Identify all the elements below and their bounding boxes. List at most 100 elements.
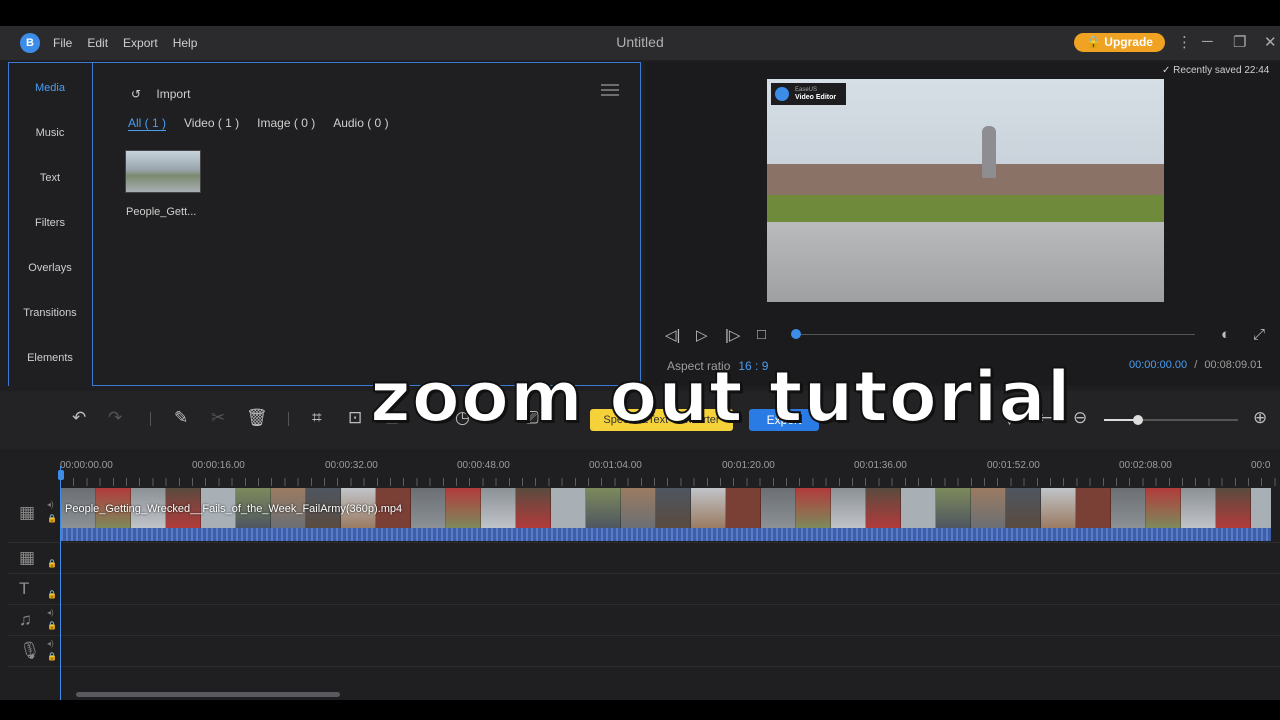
zoom-in-icon[interactable]: ⊕ bbox=[1253, 408, 1267, 428]
clip-frame bbox=[761, 488, 796, 528]
microphone-icon: 🎙 bbox=[19, 641, 41, 660]
tab-video[interactable]: Video ( 1 ) bbox=[184, 116, 239, 131]
seek-handle[interactable] bbox=[791, 329, 801, 339]
lock-icon[interactable]: 🔒 bbox=[47, 652, 57, 661]
lock-icon: 🔒 bbox=[1086, 35, 1101, 49]
fullscreen-icon[interactable]: ⤢ bbox=[1253, 326, 1265, 343]
track-music bbox=[8, 606, 1280, 636]
menu-bar: File Edit Export Help bbox=[53, 36, 197, 50]
track-voice bbox=[8, 637, 1280, 667]
check-icon: ✓ bbox=[1162, 65, 1171, 76]
video-clip[interactable]: People_Getting_Wrecked__Fails_of_the_Wee… bbox=[61, 488, 1271, 541]
video-preview[interactable] bbox=[767, 79, 1164, 302]
text-track-icon: T bbox=[19, 579, 30, 598]
app-logo-icon: B bbox=[20, 33, 40, 53]
timecode: 00:00:00.00 / 00:08:09.01 bbox=[1129, 359, 1262, 371]
seek-bar[interactable] bbox=[801, 334, 1195, 335]
clip-frame bbox=[1251, 488, 1271, 528]
video-person bbox=[982, 126, 996, 178]
undo-icon[interactable]: ↶ bbox=[72, 408, 86, 428]
crop-icon[interactable]: ⌗ bbox=[312, 408, 322, 428]
saved-status: ✓ Recently saved 22:44 bbox=[1162, 65, 1269, 76]
sidebar-item-transitions[interactable]: Transitions bbox=[8, 307, 92, 319]
play-icon[interactable]: ▷ bbox=[696, 326, 708, 344]
media-item-thumbnail[interactable] bbox=[125, 150, 201, 193]
minimize-icon[interactable]: ─ bbox=[1202, 33, 1213, 50]
clip-frame bbox=[1076, 488, 1111, 528]
resize-icon[interactable]: ⊡ bbox=[348, 408, 362, 428]
clip-frame bbox=[481, 488, 516, 528]
list-view-icon[interactable] bbox=[601, 83, 619, 97]
clip-frame bbox=[901, 488, 936, 528]
menu-export[interactable]: Export bbox=[123, 36, 158, 50]
clip-frame bbox=[411, 488, 446, 528]
more-icon[interactable]: ⋮ bbox=[1177, 33, 1192, 51]
pencil-icon[interactable]: ✎ bbox=[174, 408, 188, 428]
ruler-tick: 00:00:48.00 bbox=[457, 460, 510, 471]
clip-frame bbox=[551, 488, 586, 528]
track-pip bbox=[8, 544, 1280, 574]
timeline-scrollbar[interactable] bbox=[76, 692, 340, 697]
mute-icon[interactable]: ◂) bbox=[47, 608, 54, 617]
zoom-slider-handle[interactable] bbox=[1132, 415, 1143, 425]
music-track-icon: ♫ bbox=[19, 610, 32, 629]
import-label: Import bbox=[156, 87, 191, 101]
tab-image[interactable]: Image ( 0 ) bbox=[257, 116, 315, 131]
tab-all[interactable]: All ( 1 ) bbox=[128, 116, 167, 131]
upgrade-button[interactable]: 🔒 Upgrade bbox=[1074, 33, 1165, 52]
clip-frame bbox=[1111, 488, 1146, 528]
import-icon: ↺ bbox=[131, 87, 142, 101]
clip-frame bbox=[621, 488, 656, 528]
clip-frame bbox=[1216, 488, 1251, 528]
lock-icon[interactable]: 🔒 bbox=[47, 621, 57, 630]
zoom-out-icon[interactable]: ⊖ bbox=[1073, 408, 1087, 428]
trash-icon[interactable]: 🗑 bbox=[246, 408, 268, 428]
sidebar-item-filters[interactable]: Filters bbox=[8, 217, 92, 229]
redo-icon[interactable]: ↷ bbox=[108, 408, 122, 428]
sidebar-item-music[interactable]: Music bbox=[8, 127, 92, 139]
mute-icon[interactable]: ◂) bbox=[47, 500, 54, 509]
menu-file[interactable]: File bbox=[53, 36, 72, 50]
import-button[interactable]: ↺ Import bbox=[131, 87, 190, 101]
clip-frame bbox=[971, 488, 1006, 528]
scissors-icon[interactable]: ✂ bbox=[211, 408, 225, 428]
menu-edit[interactable]: Edit bbox=[87, 36, 108, 50]
toolbar-divider bbox=[288, 412, 289, 426]
sidebar-item-text[interactable]: Text bbox=[8, 172, 92, 184]
clip-frame bbox=[656, 488, 691, 528]
next-frame-icon[interactable]: |▷ bbox=[725, 326, 740, 344]
clip-frame bbox=[726, 488, 761, 528]
clip-frame bbox=[1006, 488, 1041, 528]
watermark-name: Video Editor bbox=[795, 94, 837, 101]
app-window: B File Edit Export Help Untitled 🔒 Upgra… bbox=[0, 26, 1280, 700]
close-icon[interactable]: ✕ bbox=[1264, 33, 1277, 51]
sidebar-item-elements[interactable]: Elements bbox=[8, 352, 92, 364]
audio-waveform bbox=[61, 528, 1271, 541]
media-library-panel bbox=[92, 62, 641, 386]
clip-frame bbox=[796, 488, 831, 528]
saved-status-text: Recently saved 22:44 bbox=[1173, 65, 1270, 76]
ruler-tick: 00:0 bbox=[1251, 460, 1271, 471]
ruler-tick: 00:01:36.00 bbox=[854, 460, 907, 471]
lock-icon[interactable]: 🔒 bbox=[47, 559, 57, 568]
maximize-icon[interactable]: ❐ bbox=[1233, 33, 1246, 51]
ruler-tick: 00:01:04.00 bbox=[589, 460, 642, 471]
playhead[interactable] bbox=[60, 466, 61, 700]
playback-controls: ◁| ▷ |▷ □ ◐ ⤢ bbox=[665, 326, 1275, 346]
lock-icon[interactable]: 🔒 bbox=[47, 590, 57, 599]
ruler-tick: 00:00:32.00 bbox=[325, 460, 378, 471]
playhead-handle[interactable] bbox=[58, 470, 64, 480]
menu-help[interactable]: Help bbox=[173, 36, 198, 50]
timeline-ruler[interactable] bbox=[60, 478, 1280, 486]
volume-icon[interactable]: ◐ bbox=[1221, 326, 1230, 343]
pip-track-icon: ▦ bbox=[19, 548, 36, 567]
tab-audio[interactable]: Audio ( 0 ) bbox=[333, 116, 388, 131]
ruler-tick: 00:00:00.00 bbox=[60, 460, 113, 471]
clip-frame bbox=[1181, 488, 1216, 528]
mute-icon[interactable]: ◂) bbox=[47, 639, 54, 648]
sidebar-item-media[interactable]: Media bbox=[8, 82, 92, 94]
prev-frame-icon[interactable]: ◁| bbox=[665, 326, 680, 344]
stop-icon[interactable]: □ bbox=[757, 326, 766, 343]
lock-icon[interactable]: 🔒 bbox=[47, 514, 57, 523]
sidebar-item-overlays[interactable]: Overlays bbox=[8, 262, 92, 274]
